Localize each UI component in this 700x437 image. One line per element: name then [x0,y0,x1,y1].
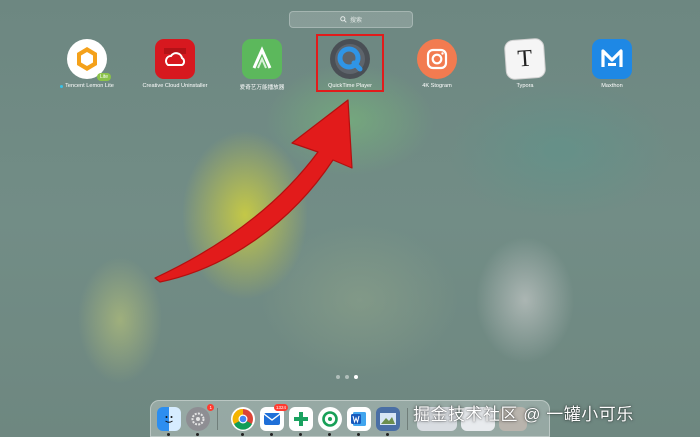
mail-badge: 1324 [273,404,288,411]
watermark-text: 掘金技术社区 @ 一罐小可乐 [413,405,634,424]
dock-separator [217,408,218,430]
green-circle-app-icon[interactable] [318,407,342,436]
preview-icon[interactable] [376,407,400,436]
running-indicator [270,433,273,436]
annotation-arrow [154,99,353,283]
running-indicator [299,433,302,436]
running-indicator [241,433,244,436]
dock-separator [407,408,408,430]
system-settings-icon[interactable]: 1 [186,404,214,436]
page-dot[interactable] [345,375,349,379]
add-cross-app-icon[interactable] [289,407,313,436]
page-indicator[interactable] [336,375,358,379]
running-indicator [386,433,389,436]
finder-icon[interactable] [157,407,181,436]
running-indicator [167,433,170,436]
running-indicator [196,433,199,436]
word-icon[interactable] [347,407,371,436]
mail-icon[interactable]: 1324 [260,404,288,436]
running-indicator [328,433,331,436]
running-indicator [357,433,360,436]
chrome-icon[interactable] [231,407,255,436]
page-dot-active[interactable] [354,375,358,379]
page-dot[interactable] [336,375,340,379]
settings-badge: 1 [207,404,214,411]
